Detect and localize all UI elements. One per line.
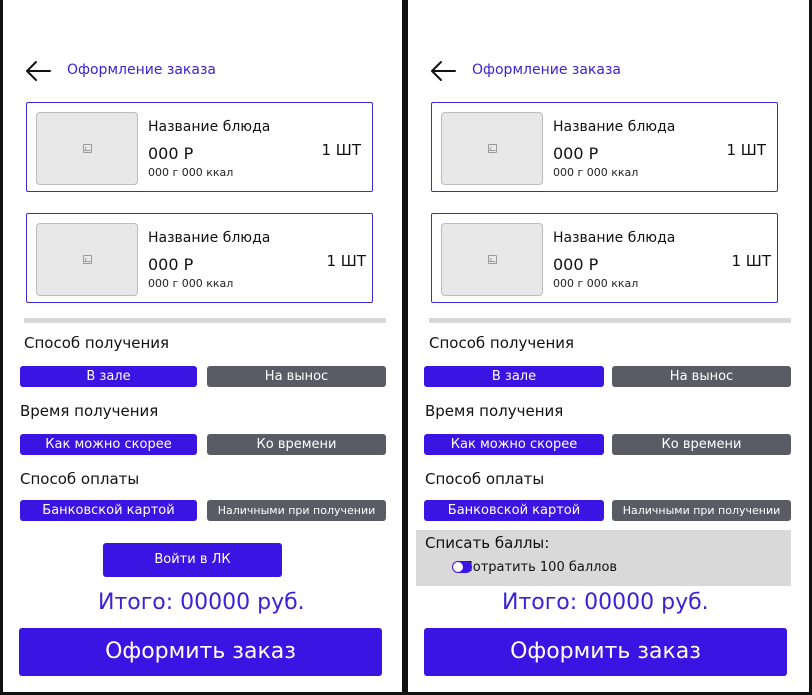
dish-image: [36, 223, 138, 296]
dish-meta: 000 г 000 ккал: [148, 166, 234, 179]
page-title: Оформление заказа: [472, 62, 621, 78]
delivery-option-dine-in[interactable]: В зале: [20, 366, 197, 387]
cart-item[interactable]: Название блюда 000 Р 000 г 000 ккал 1 ШТ: [26, 213, 373, 303]
dish-image: [36, 112, 138, 185]
payment-option-cash[interactable]: Наличными при получении: [612, 500, 791, 521]
payment-option-card[interactable]: Банковской картой: [20, 500, 197, 521]
page-title: Оформление заказа: [67, 62, 216, 78]
payment-option-cash[interactable]: Наличными при получении: [207, 500, 386, 521]
time-option-scheduled[interactable]: Ко времени: [207, 434, 386, 455]
points-panel: Списать баллы: Потратить 100 баллов: [416, 530, 791, 586]
toggle-knob: [453, 562, 463, 572]
delivery-option-dine-in[interactable]: В зале: [424, 366, 604, 387]
order-total: Итого: 00000 руб.: [502, 590, 709, 615]
time-label: Время получения: [425, 402, 564, 420]
cart-item[interactable]: Название блюда 000 Р 000 г 000 ккал 1 ШТ: [26, 102, 373, 192]
dish-price: 000 Р: [553, 144, 599, 163]
time-option-asap[interactable]: Как можно скорее: [424, 434, 604, 455]
cart-item[interactable]: Название блюда 000 Р 000 г 000 ккал 1 ШТ: [431, 102, 778, 192]
delivery-label: Способ получения: [24, 334, 170, 352]
time-label: Время получения: [20, 402, 159, 420]
divider: [429, 318, 791, 323]
delivery-option-takeaway[interactable]: На вынос: [207, 366, 386, 387]
payment-label: Способ оплаты: [425, 470, 545, 488]
dish-price: 000 Р: [553, 255, 599, 274]
dish-quantity: 1 ШТ: [726, 141, 766, 159]
dish-name: Название блюда: [148, 230, 271, 246]
order-screen-guest: Оформление заказа Название блюда 000 Р 0…: [0, 0, 406, 695]
dish-price: 000 Р: [148, 255, 194, 274]
order-screen-logged-in: Оформление заказа Название блюда 000 Р 0…: [406, 0, 812, 695]
dish-name: Название блюда: [553, 230, 676, 246]
place-order-button[interactable]: Оформить заказ: [424, 628, 787, 676]
place-order-button[interactable]: Оформить заказ: [19, 628, 382, 676]
cart-item[interactable]: Название блюда 000 Р 000 г 000 ккал 1 ШТ: [431, 213, 778, 303]
image-placeholder-icon: [488, 144, 497, 153]
payment-option-card[interactable]: Банковской картой: [424, 500, 604, 521]
image-placeholder-icon: [83, 144, 92, 153]
time-option-scheduled[interactable]: Ко времени: [612, 434, 791, 455]
delivery-label: Способ получения: [429, 334, 575, 352]
dish-image: [441, 223, 543, 296]
dish-meta: 000 г 000 ккал: [148, 277, 234, 290]
dish-quantity: 1 ШТ: [731, 252, 771, 270]
time-option-asap[interactable]: Как можно скорее: [20, 434, 197, 455]
delivery-option-takeaway[interactable]: На вынос: [612, 366, 791, 387]
back-arrow-icon[interactable]: [429, 59, 457, 83]
image-placeholder-icon: [488, 255, 497, 264]
dish-image: [441, 112, 543, 185]
points-toggle[interactable]: [452, 561, 472, 573]
dish-quantity: 1 ШТ: [321, 141, 361, 159]
dish-name: Название блюда: [148, 119, 271, 135]
points-toggle-label: Потратить 100 баллов: [463, 560, 618, 575]
dish-name: Название блюда: [553, 119, 676, 135]
payment-label: Способ оплаты: [20, 470, 140, 488]
order-total: Итого: 00000 руб.: [98, 590, 305, 615]
dish-meta: 000 г 000 ккал: [553, 277, 639, 290]
dish-meta: 000 г 000 ккал: [553, 166, 639, 179]
points-label: Списать баллы:: [425, 534, 550, 552]
image-placeholder-icon: [83, 255, 92, 264]
divider: [24, 318, 386, 323]
dish-quantity: 1 ШТ: [326, 252, 366, 270]
dish-price: 000 Р: [148, 144, 194, 163]
login-button[interactable]: Войти в ЛК: [103, 543, 282, 577]
back-arrow-icon[interactable]: [24, 59, 52, 83]
